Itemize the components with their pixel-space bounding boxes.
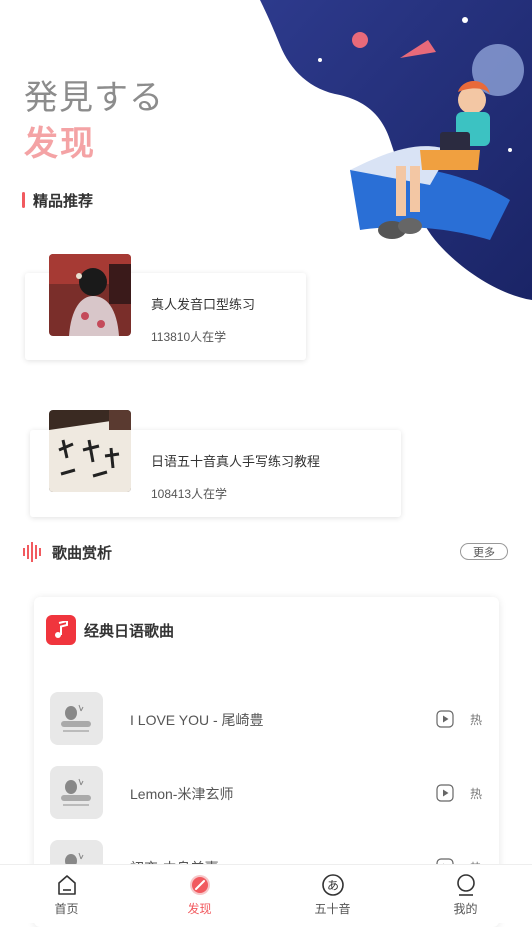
calligraphy-photo xyxy=(49,410,131,492)
bottom-tab-bar: 首页 发现 あ 五十音 我的 xyxy=(0,864,532,923)
course-title: 日语五十音真人手写练习教程 xyxy=(151,454,321,469)
songs-section-header: 歌曲赏析 xyxy=(22,540,112,564)
music-note-icon xyxy=(46,615,76,645)
course-thumbnail[interactable] xyxy=(49,410,131,492)
featured-section-header: 精品推荐 xyxy=(22,190,93,210)
hot-badge: 热 xyxy=(470,713,483,727)
featured-section-title: 精品推荐 xyxy=(33,192,94,210)
song-title: I LOVE YOU - 尾崎豊 xyxy=(130,712,264,728)
course-thumbnail[interactable] xyxy=(49,254,131,336)
home-icon xyxy=(57,875,76,895)
tab-label: 发现 xyxy=(187,902,212,916)
profile-icon xyxy=(456,874,475,896)
play-icon[interactable] xyxy=(436,784,454,802)
tab-label: 五十音 xyxy=(314,902,351,916)
song-cover xyxy=(50,766,103,819)
songs-section-title: 歌曲赏析 xyxy=(52,544,113,562)
course-learner-count: 113810人在学 xyxy=(151,330,227,344)
tab-kana[interactable]: あ 五十音 xyxy=(266,865,399,923)
album-placeholder-icon xyxy=(60,704,91,732)
play-icon[interactable] xyxy=(436,710,454,728)
course-learner-count: 108413人在学 xyxy=(151,487,228,501)
tab-profile[interactable]: 我的 xyxy=(399,865,532,923)
svg-text:あ: あ xyxy=(326,879,338,893)
page-title-chinese: 发现 xyxy=(24,125,96,163)
hot-badge: 热 xyxy=(470,787,483,801)
playlist-header[interactable]: 经典日语歌曲 xyxy=(46,615,174,645)
song-row[interactable]: I LOVE YOU - 尾崎豊 热 xyxy=(34,692,499,748)
sound-wave-icon xyxy=(23,542,41,562)
compass-icon xyxy=(189,875,210,895)
hero-illustration xyxy=(260,0,532,300)
page-title-japanese: 発見する xyxy=(24,79,164,117)
tab-label: 首页 xyxy=(54,902,79,916)
playlist-title: 经典日语歌曲 xyxy=(84,622,175,640)
more-button[interactable]: 更多 xyxy=(460,543,508,560)
song-cover xyxy=(50,692,103,745)
tab-home[interactable]: 首页 xyxy=(0,865,133,923)
album-placeholder-icon xyxy=(60,778,91,806)
song-title: Lemon-米津玄师 xyxy=(130,786,234,802)
kimono-photo xyxy=(49,254,131,336)
course-title: 真人发音口型练习 xyxy=(151,297,256,312)
tab-discover[interactable]: 发现 xyxy=(133,865,266,923)
section-accent-bar xyxy=(22,192,25,208)
kana-icon: あ xyxy=(321,874,344,896)
tab-label: 我的 xyxy=(453,902,478,916)
song-row[interactable]: Lemon-米津玄师 热 xyxy=(34,766,499,822)
